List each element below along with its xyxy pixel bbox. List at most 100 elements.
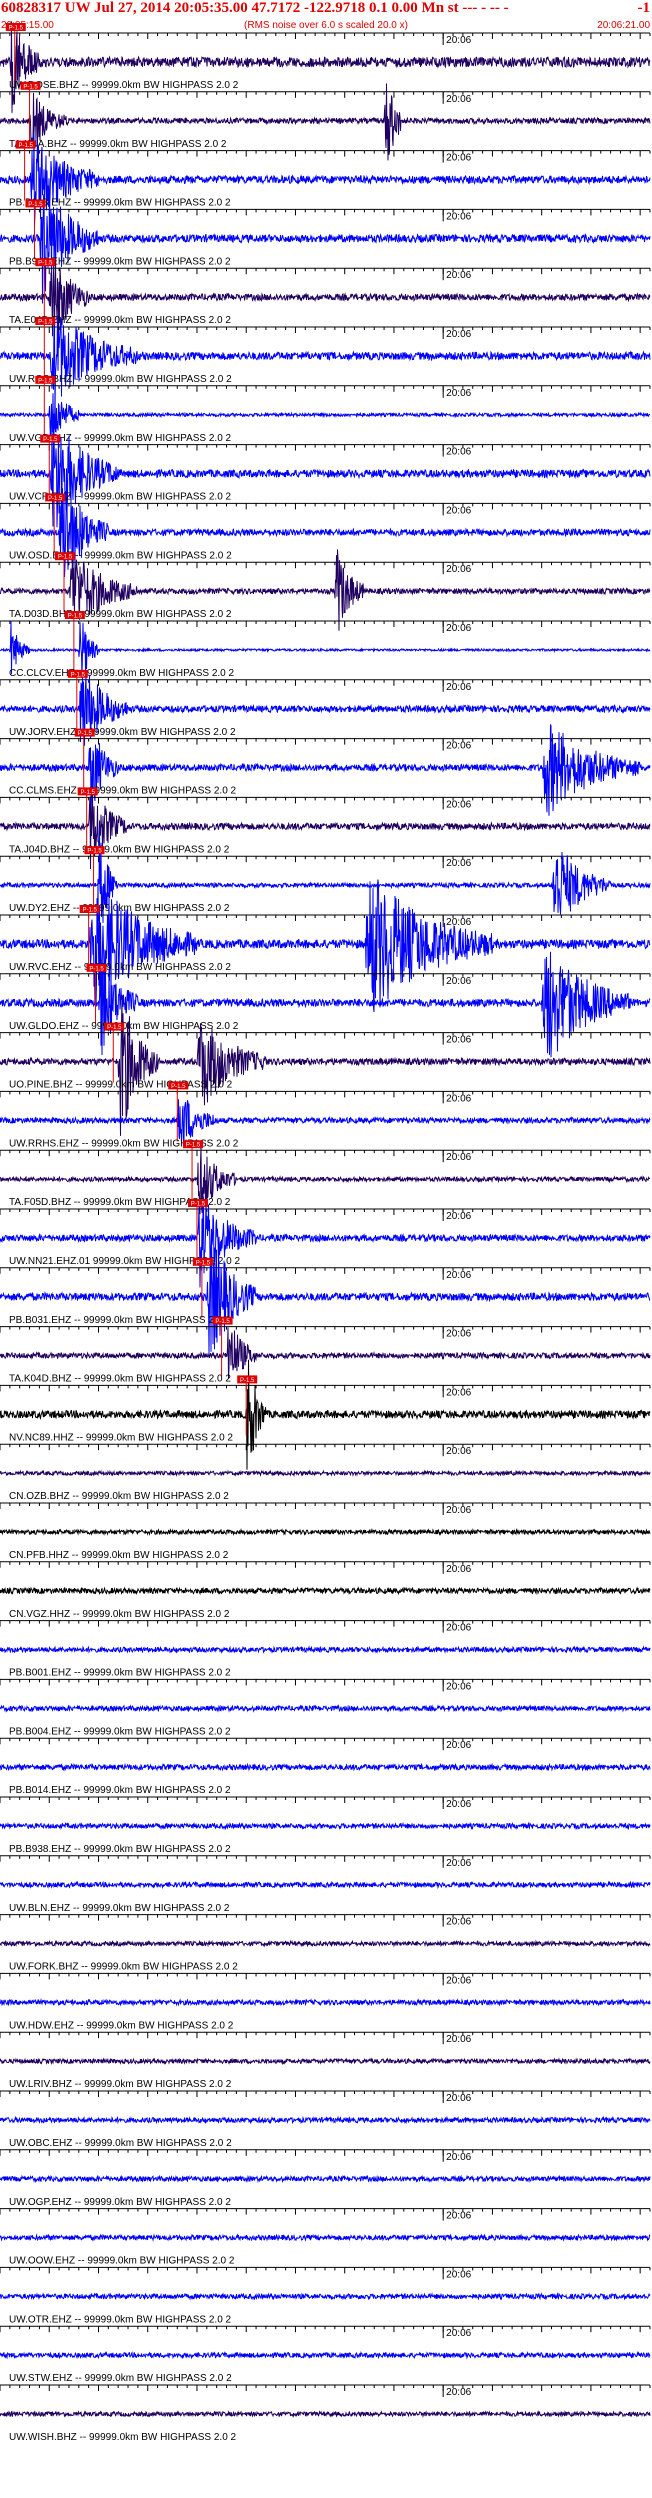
trace-label: CC.CLMS.EHZ -- 99999.0km BW HIGHPASS 2.0… xyxy=(9,786,237,797)
pick-label: P-1.5 xyxy=(28,202,43,208)
trace-label: UW.DY2.EHZ -- 99999.0km BW HIGHPASS 2.0 … xyxy=(9,903,230,914)
trace-label: UW.OGP.EHZ -- 99999.0km BW HIGHPASS 2.0 … xyxy=(9,2197,231,2208)
pick-label: P-1.5 xyxy=(23,84,38,90)
minute-marker-label: 20:06 xyxy=(446,1917,471,1928)
minute-marker-label: 20:06 xyxy=(446,388,471,399)
trace-label: NV.NC89.HHZ -- 99999.0km BW HIGHPASS 2.0… xyxy=(9,1432,233,1443)
minute-marker-label: 20:06 xyxy=(446,1975,471,1986)
minute-marker-label: 20:06 xyxy=(446,682,471,693)
trace-label: UW.OSD.EHZ -- 99999.0km BW HIGHPASS 2.0 … xyxy=(9,550,232,561)
trace-label: CC.CLCV.EHZ -- 99999.0km BW HIGHPASS 2.0… xyxy=(9,668,235,679)
trace-label: UW.OBC.EHZ -- 99999.0km BW HIGHPASS 2.0 … xyxy=(9,2138,232,2149)
minute-marker-label: 20:06 xyxy=(446,2093,471,2104)
minute-marker-label: 20:06 xyxy=(446,1329,471,1340)
minute-marker-label: 20:06 xyxy=(446,858,471,869)
pick-label: P-1.5 xyxy=(171,1084,186,1090)
waveform-trace xyxy=(0,1704,651,1713)
minute-marker-label: 20:06 xyxy=(446,2328,471,2339)
minute-marker-label: 20:06 xyxy=(446,1093,471,1104)
waveform-trace xyxy=(0,1645,651,1654)
trace-label: UW.RVC.EHZ -- 99999.0km BW HIGHPASS 2.0 … xyxy=(9,962,231,973)
waveform-trace xyxy=(0,1469,651,1478)
trace-label: UW.LRIV.BHZ -- 99999.0km BW HIGHPASS 2.0… xyxy=(9,2079,232,2090)
waveform-trace xyxy=(0,1762,651,1772)
minute-marker-label: 20:06 xyxy=(446,741,471,752)
pick-label: P-1.5 xyxy=(196,1260,211,1266)
minute-marker-label: 20:06 xyxy=(446,1035,471,1046)
minute-marker-label: 20:06 xyxy=(446,1446,471,1457)
pick-label: P-1.5 xyxy=(215,1319,230,1325)
minute-marker-label: 20:06 xyxy=(446,799,471,810)
pick-label: P-1.5 xyxy=(78,731,93,737)
pick-label: P-1.5 xyxy=(240,1378,255,1384)
trace-label: CN.VGZ.HHZ -- 99999.0km BW HIGHPASS 2.0 … xyxy=(9,1609,230,1620)
pick-label: P-1.5 xyxy=(48,496,63,502)
trace-label: UW.FORK.BHZ -- 99999.0km BW HIGHPASS 2.0… xyxy=(9,1962,238,1973)
pick-label: P-1.5 xyxy=(68,614,83,620)
trace-label: UW.OTR.EHZ -- 99999.0km BW HIGHPASS 2.0 … xyxy=(9,2314,232,2325)
minute-marker-label: 20:06 xyxy=(446,976,471,987)
trace-label: UW.STW.EHZ -- 99999.0km BW HIGHPASS 2.0 … xyxy=(9,2373,232,2384)
trace-label: TA.K04D.BHZ -- 99999.0km BW HIGHPASS 2.0… xyxy=(9,1374,231,1385)
waveform-trace xyxy=(0,1997,651,2007)
waveform-trace xyxy=(0,2292,651,2301)
trace-label: UO.PINE.BHZ -- 99999.0km BW HIGHPASS 2.0… xyxy=(9,1080,233,1091)
minute-marker-label: 20:06 xyxy=(446,2034,471,2045)
trace-label: UW.BLN.EHZ -- 99999.0km BW HIGHPASS 2.0 … xyxy=(9,1903,230,1914)
trace-label: PB.B938.EHZ -- 99999.0km BW HIGHPASS 2.0… xyxy=(9,1844,231,1855)
pick-label: P-1.5 xyxy=(82,908,97,914)
pick-label: P-1.5 xyxy=(71,672,86,678)
trace-label: UW.VCR.BHZ -- 99999.0km BW HIGHPASS 2.0 … xyxy=(9,492,232,503)
waveform-trace xyxy=(0,2350,651,2360)
minute-marker-label: 20:06 xyxy=(446,1681,471,1692)
pick-label: P-1.5 xyxy=(191,1202,206,1208)
minute-marker-label: 20:06 xyxy=(446,2387,471,2398)
minute-marker-label: 20:06 xyxy=(446,623,471,634)
trace-label: PB.B014.EHZ -- 99999.0km BW HIGHPASS 2.0… xyxy=(9,1785,231,1796)
minute-marker-label: 20:06 xyxy=(446,505,471,516)
waveform-trace xyxy=(0,2057,651,2066)
minute-marker-label: 20:06 xyxy=(446,1211,471,1222)
minute-marker-label: 20:06 xyxy=(446,1799,471,1810)
trace-label: UW.OOW.EHZ -- 99999.0km BW HIGHPASS 2.0 … xyxy=(9,2256,235,2267)
minute-marker-label: 20:06 xyxy=(446,1152,471,1163)
trace-label: PB.B001.EHZ -- 99999.0km BW HIGHPASS 2.0… xyxy=(9,1668,231,1679)
pick-label: P-1.5 xyxy=(186,1143,201,1149)
pick-label: P-1.5 xyxy=(38,261,53,267)
trace-label: UW.HDW.EHZ -- 99999.0km BW HIGHPASS 2.0 … xyxy=(9,2020,234,2031)
waveform-trace xyxy=(0,1939,651,1948)
trace-label: CN.OZB.BHZ -- 99999.0km BW HIGHPASS 2.0 … xyxy=(9,1491,229,1502)
minute-marker-label: 20:06 xyxy=(446,2269,471,2280)
waveform-trace xyxy=(0,1880,651,1890)
waveform-trace xyxy=(0,2409,651,2419)
waveform-trace xyxy=(0,1821,651,1831)
minute-marker-label: 20:06 xyxy=(446,270,471,281)
minute-marker-label: 20:06 xyxy=(446,917,471,928)
trace-label: UW.WISH.BHZ -- 99999.0km BW HIGHPASS 2.0… xyxy=(9,2432,237,2443)
trace-label: UW.JORV.EHZ -- 99999.0km BW HIGHPASS 2.0… xyxy=(9,727,236,738)
waveform-trace xyxy=(0,1586,651,1596)
trace-label: UW.RRHS.EHZ -- 99999.0km BW HIGHPASS 2.0… xyxy=(9,1138,239,1149)
pick-label: P-1.5 xyxy=(107,1025,122,1031)
pick-label: P-1.5 xyxy=(38,320,53,326)
minute-marker-label: 20:06 xyxy=(446,2152,471,2163)
minute-marker-label: 20:06 xyxy=(446,1387,471,1398)
waveform-trace xyxy=(0,191,651,304)
pick-label: P-1.5 xyxy=(43,437,58,443)
seismogram-plot: 20:06P-1.5UW.DOSE.BHZ -- 99999.0km BW HI… xyxy=(0,21,651,2443)
minute-marker-label: 20:06 xyxy=(446,447,471,458)
minute-marker-label: 20:06 xyxy=(446,1858,471,1869)
minute-marker-label: 20:06 xyxy=(446,1623,471,1634)
trace-label: PB.B004.EHZ -- 99999.0km BW HIGHPASS 2.0… xyxy=(9,1726,231,1737)
waveform-trace xyxy=(0,2233,651,2242)
waveform-trace xyxy=(0,1233,651,1354)
minute-marker-label: 20:06 xyxy=(446,1270,471,1281)
pick-label: P-1.5 xyxy=(89,966,104,972)
pick-label: P-1.5 xyxy=(38,378,53,384)
minute-marker-label: 20:06 xyxy=(446,35,471,46)
minute-marker-label: 20:06 xyxy=(446,211,471,222)
minute-marker-label: 20:06 xyxy=(446,1740,471,1751)
trace-label: TA.D03D.BHZ -- 99999.0km BW HIGHPASS 2.0… xyxy=(9,609,232,620)
trace-label: TA.J04D.BHZ -- 99999.0km BW HIGHPASS 2.0… xyxy=(9,844,230,855)
pick-label: P-1.5 xyxy=(9,26,24,32)
